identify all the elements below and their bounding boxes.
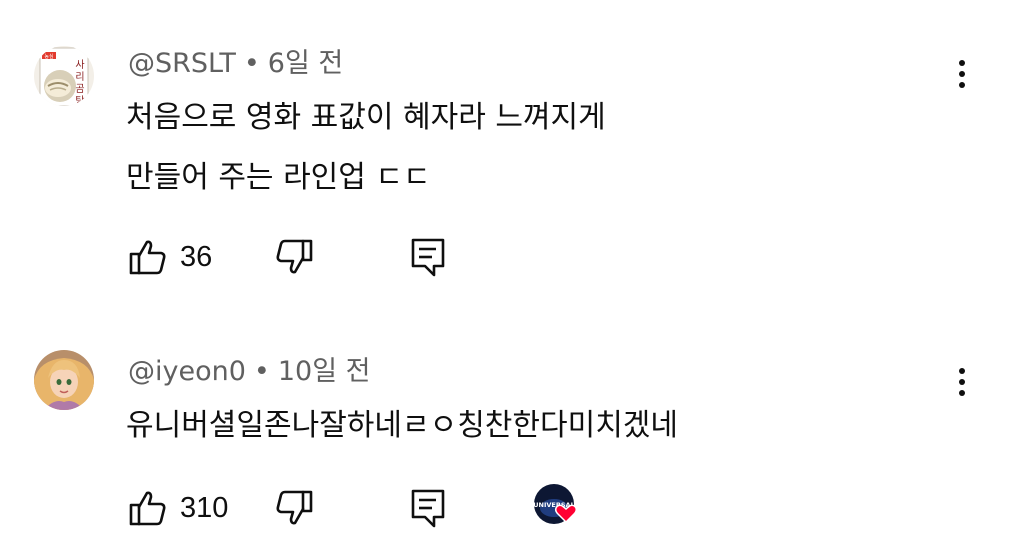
comment-text: 유니버셜일존나잘하네ㄹㅇ칭찬한다미치겠네 — [126, 402, 678, 450]
svg-text:탕: 탕 — [75, 95, 84, 106]
comment-actions: 36 — [0, 237, 1024, 277]
thumbs-down-icon[interactable] — [274, 237, 314, 277]
comment-meta: @SRSLT • 6일 전 — [128, 48, 343, 80]
more-vert-icon[interactable] — [948, 54, 976, 94]
avatar-brand: 농심 — [44, 53, 53, 60]
thumbs-up-icon[interactable] — [128, 488, 168, 528]
comment-text-line: 만들어 주는 라인업 ㄷㄷ — [126, 160, 431, 195]
comment-text-line: 유니버셜일존나잘하네ㄹㅇ칭찬한다미치겠네 — [126, 408, 678, 443]
comment-text: 처음으로 영화 표값이 혜자라 느껴지게 만들어 주는 라인업 ㄷㄷ — [126, 94, 606, 202]
like-count: 310 — [180, 492, 229, 524]
author-name[interactable]: @SRSLT — [128, 48, 236, 79]
comment-time[interactable]: 10일 전 — [278, 356, 371, 387]
creator-heart-icon: UNIVERSAL — [532, 482, 578, 526]
author-avatar[interactable] — [34, 350, 94, 410]
svg-text:리: 리 — [75, 71, 84, 83]
comment-actions: 310 UNIVERSAL — [0, 484, 1024, 528]
thumbs-down-icon[interactable] — [274, 488, 314, 528]
thumbs-up-icon[interactable] — [128, 237, 168, 277]
meta-separator: • — [253, 356, 270, 387]
comment-meta: @iyeon0 • 10일 전 — [128, 356, 370, 388]
more-vert-icon[interactable] — [948, 362, 976, 402]
comment-time[interactable]: 6일 전 — [268, 48, 343, 79]
meta-separator: • — [243, 48, 260, 79]
svg-text:사: 사 — [75, 59, 84, 71]
reply-icon[interactable] — [408, 237, 448, 277]
svg-text:곰: 곰 — [75, 83, 84, 95]
reply-icon[interactable] — [408, 488, 448, 528]
like-count: 36 — [180, 241, 213, 273]
author-avatar[interactable]: 농심 사 리 곰 탕 — [34, 46, 94, 106]
comment-text-line: 처음으로 영화 표값이 혜자라 느껴지게 — [126, 100, 606, 135]
author-name[interactable]: @iyeon0 — [128, 356, 246, 387]
comment-item: @iyeon0• 10일 전 유니버셜일존나잘하네ㄹㅇ칭찬한다미치겠네 310 — [0, 300, 1024, 554]
comment-item: 농심 사 리 곰 탕 @SRSLT • 6일 전 처음으로 영화 표값이 혜자라 느… — [0, 0, 1024, 300]
